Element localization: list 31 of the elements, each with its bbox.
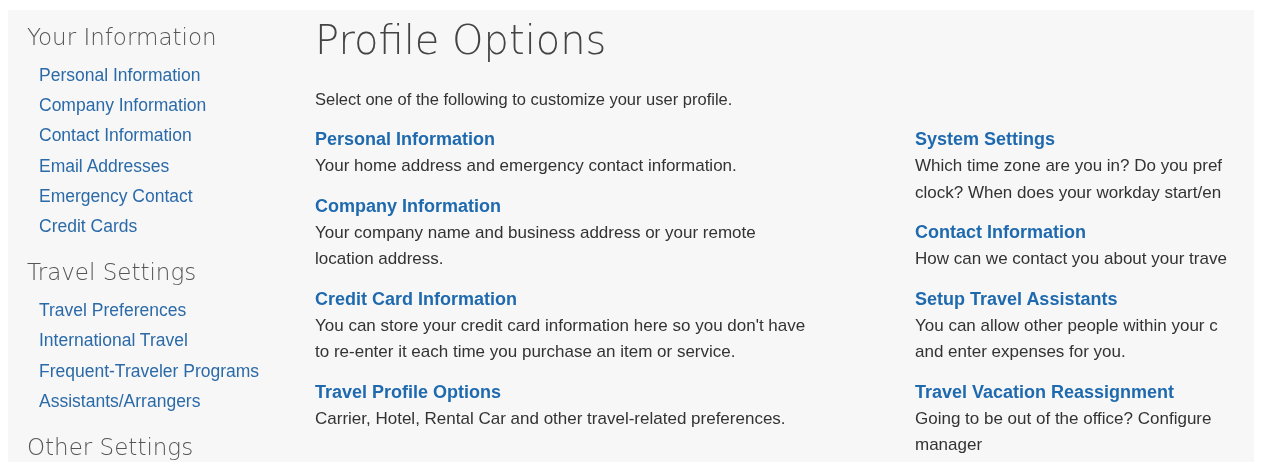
page-title: Profile Options xyxy=(315,16,607,65)
option-link[interactable]: System Settings xyxy=(915,127,1056,151)
section-heading: Travel Settings xyxy=(27,258,197,288)
intro-text: Select one of the following to customize your user profile. xyxy=(315,90,733,109)
option-link[interactable]: Travel Vacation Reassignment xyxy=(915,379,1175,404)
option-description: Which time zone are you in? Do you pref clock? When does your workday start/en xyxy=(915,155,1223,204)
option-description: How can we contact you about your trave xyxy=(915,248,1227,270)
sidebar-link[interactable]: International Travel xyxy=(39,325,188,356)
sidebar-link[interactable]: Assistants/Arrangers xyxy=(39,385,201,417)
option-description: You can allow other people within your c and enter expenses for you. xyxy=(915,314,1218,363)
sidebar-link[interactable]: Frequent-Traveler Programs xyxy=(39,355,260,386)
option-description: Carrier, Hotel, Rental Car and other travel-related preferences. xyxy=(315,407,786,430)
option-link[interactable]: Personal Information xyxy=(315,127,496,151)
option-link[interactable]: Contact Information xyxy=(915,220,1086,244)
option-description: You can store your credit card information here so you don't have to re-enter it each time you purchase an item or service. xyxy=(315,314,806,363)
sidebar-link[interactable]: Travel Preferences xyxy=(39,295,187,326)
section-heading: Your Information xyxy=(27,23,217,52)
option-link[interactable]: Setup Travel Assistants xyxy=(915,286,1118,311)
option-description: Your company name and business address or your remote location address. xyxy=(315,221,756,270)
sidebar-link[interactable]: Company Information xyxy=(39,90,207,121)
option-link[interactable]: Company Information xyxy=(315,193,501,218)
option-link[interactable]: Travel Profile Options xyxy=(315,379,502,404)
sidebar-link[interactable]: Credit Cards xyxy=(39,211,138,242)
sidebar-link[interactable]: Contact Information xyxy=(39,120,192,151)
option-link[interactable]: Credit Card Information xyxy=(315,286,517,311)
option-description: Going to be out of the office? Configure manager xyxy=(915,407,1212,456)
section-heading: Other Settings xyxy=(27,433,194,462)
sidebar-link[interactable]: Emergency Contact xyxy=(39,180,193,211)
sidebar-link[interactable]: Email Addresses xyxy=(39,150,170,181)
option-description: Your home address and emergency contact information. xyxy=(315,155,737,177)
sidebar-link[interactable]: Personal Information xyxy=(39,60,201,91)
